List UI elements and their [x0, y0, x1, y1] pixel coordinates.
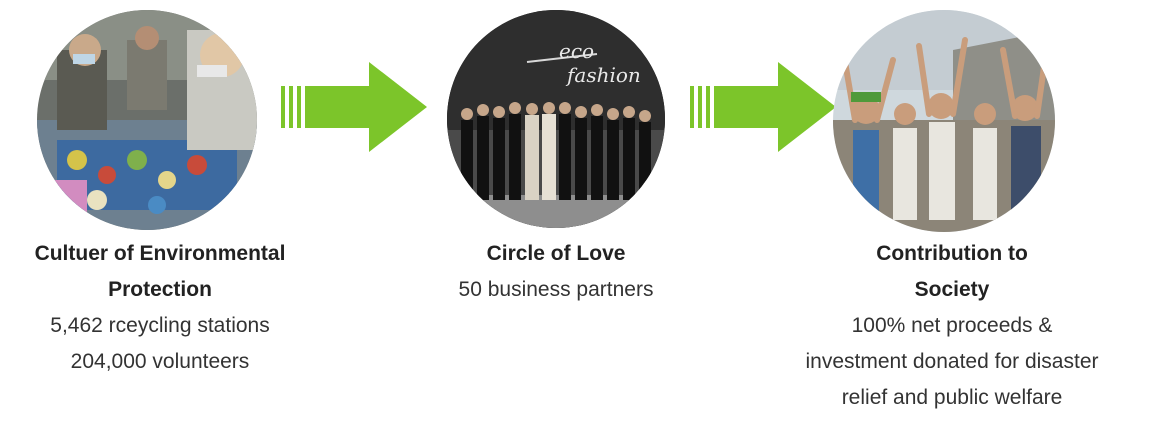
step-title-line: Cultuer of Environmental — [34, 242, 286, 265]
arrow-right-icon — [281, 62, 427, 152]
step-title-line: Protection — [108, 278, 212, 301]
fashion-logo-text: fashion — [565, 63, 641, 87]
step-detail-line: relief and public welfare — [841, 386, 1063, 409]
step-title-line: Society — [914, 278, 990, 301]
step-detail-line: 5,462 rceycling stations — [50, 314, 270, 337]
cheering-community-photo — [833, 10, 1055, 232]
step-detail-line: 204,000 volunteers — [70, 350, 250, 373]
step-caption-environmental: Cultuer of Environmental Protection 5,46… — [0, 236, 320, 380]
step-title-line: Circle of Love — [486, 242, 626, 265]
step-caption-contribution: Contribution to Society 100% net proceed… — [772, 236, 1132, 416]
step-caption-circle-of-love: Circle of Love 50 business partners — [376, 236, 736, 308]
eco-logo-text: eco — [559, 39, 594, 63]
step-detail-line: 100% net proceeds & — [851, 314, 1053, 337]
recycling-volunteers-photo — [37, 10, 257, 230]
eco-fashion-group-photo: eco fashion — [447, 10, 665, 228]
arrow-right-icon — [690, 62, 836, 152]
step-title-line: Contribution to — [876, 242, 1028, 265]
step-detail-line: 50 business partners — [458, 278, 654, 301]
step-detail-line: investment donated for disaster — [805, 350, 1099, 373]
